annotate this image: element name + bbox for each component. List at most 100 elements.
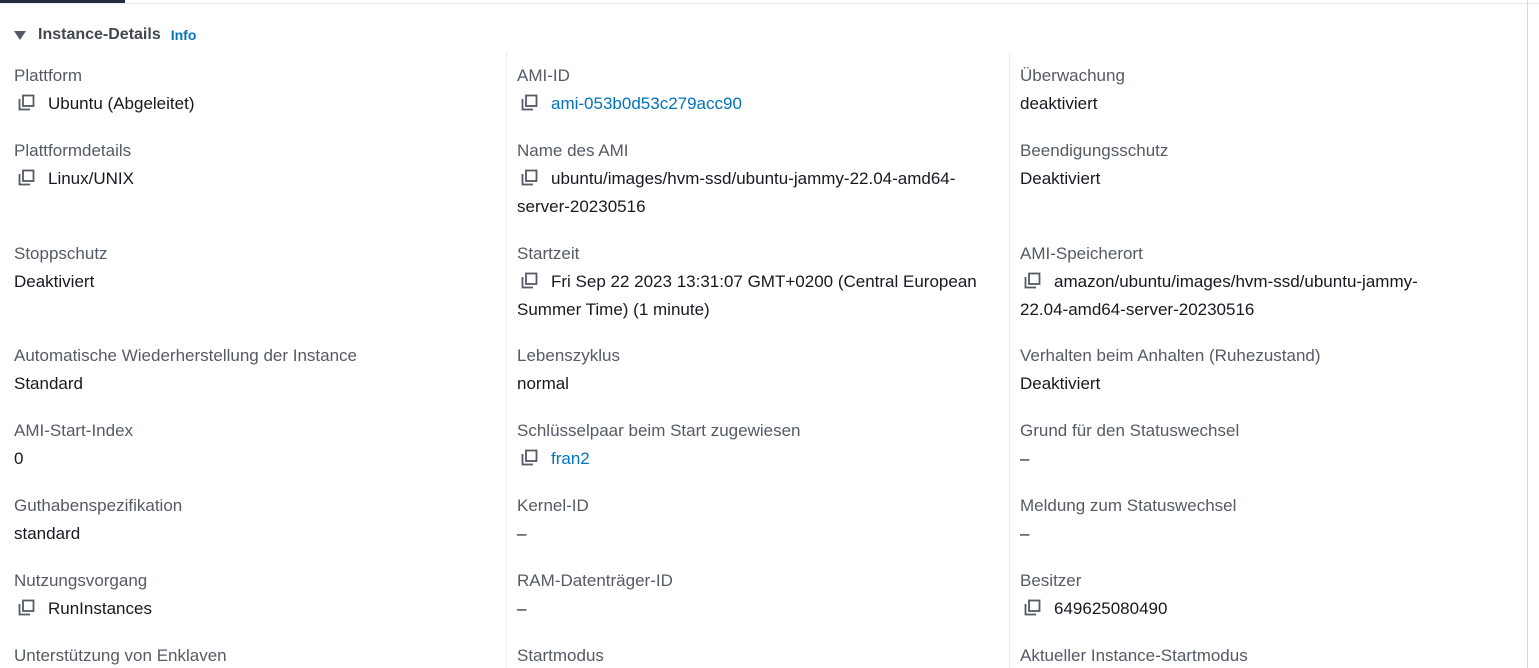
detail-label: AMI-Speicherort <box>1020 244 1143 263</box>
detail-label: RAM-Datenträger-ID <box>517 571 673 590</box>
detail-ram-datentraeger-id: RAM-Datenträger-ID – <box>517 571 999 623</box>
copy-icon[interactable] <box>521 169 538 186</box>
copy-icon[interactable] <box>521 94 538 111</box>
detail-value-text: amazon/ubuntu/images/hvm-ssd/ubuntu-jamm… <box>1020 272 1418 319</box>
detail-value: – <box>1020 445 1460 473</box>
detail-ami-speicherort: AMI-Speicherort amazon/ubuntu/images/hvm-… <box>1020 244 1460 324</box>
detail-value-text: Deaktiviert <box>14 272 95 291</box>
detail-label: Schlüsselpaar beim Start zugewiesen <box>517 421 801 440</box>
detail-beendigungsschutz: Beendigungsschutz Deaktiviert <box>1020 141 1460 193</box>
copy-icon[interactable] <box>18 169 35 186</box>
detail-label: Name des AMI <box>517 141 629 160</box>
detail-label: Automatische Wiederherstellung der Insta… <box>14 346 358 365</box>
detail-value-text: Standard <box>14 374 83 393</box>
detail-ami-id: AMI-ID ami-053b0d53c279acc90 <box>517 66 999 118</box>
detail-kernel-id: Kernel-ID – <box>517 496 999 548</box>
detail-label: Guthabenspezifikation <box>14 496 183 515</box>
detail-value: 649625080490 <box>1020 595 1460 623</box>
info-link[interactable]: Info <box>171 27 197 43</box>
detail-value: – <box>1020 520 1460 548</box>
detail-value: deaktiviert <box>1020 90 1460 118</box>
detail-value-text: – <box>1020 524 1030 543</box>
detail-value-text: deaktiviert <box>1020 94 1098 113</box>
detail-startzeit: Startzeit Fri Sep 22 2023 13:31:07 GMT+02… <box>517 244 999 324</box>
detail-label: Lebenszyklus <box>517 346 621 365</box>
detail-plattformdetails: Plattformdetails Linux/UNIX <box>14 141 494 193</box>
detail-label: Überwachung <box>1020 66 1125 85</box>
copy-icon[interactable] <box>18 94 35 111</box>
container-right-border <box>1527 0 1528 668</box>
detail-value: Deaktiviert <box>14 268 494 296</box>
detail-lebenszyklus: Lebenszyklus normal <box>517 346 999 398</box>
copy-icon[interactable] <box>18 599 35 616</box>
detail-value: ubuntu/images/hvm-ssd/ubuntu-jammy-22.04… <box>517 165 999 221</box>
detail-label: Beendigungsschutz <box>1020 141 1169 160</box>
detail-value: normal <box>517 370 999 398</box>
detail-label: AMI-ID <box>517 66 570 85</box>
detail-nutzungsvorgang: Nutzungsvorgang RunInstances <box>14 571 494 623</box>
detail-value-text: – <box>517 524 527 543</box>
detail-label: Grund für den Statuswechsel <box>1020 421 1240 440</box>
detail-value[interactable]: fran2 <box>517 445 999 473</box>
detail-value[interactable]: ami-053b0d53c279acc90 <box>517 90 999 118</box>
detail-besitzer: Besitzer 649625080490 <box>1020 571 1460 623</box>
detail-schluesselpaar-beim-start-zugewiesen: Schlüsselpaar beim Start zugewiesen fran2 <box>517 421 999 473</box>
detail-value-text: Deaktiviert <box>1020 169 1101 188</box>
detail-value: 0 <box>14 445 494 473</box>
detail-value: Ubuntu (Abgeleitet) <box>14 90 494 118</box>
detail-value-text: normal <box>517 374 569 393</box>
detail-label: Besitzer <box>1020 571 1082 590</box>
detail-label: AMI-Start-Index <box>14 421 134 440</box>
detail-label: Meldung zum Statuswechsel <box>1020 496 1237 515</box>
detail-label: Startmodus <box>517 646 604 665</box>
detail-value-link[interactable]: fran2 <box>551 449 590 468</box>
top-strip <box>0 0 1539 4</box>
top-border <box>0 3 1539 4</box>
detail-value: Fri Sep 22 2023 13:31:07 GMT+0200 (Centr… <box>517 268 999 324</box>
detail-label: Plattform <box>14 66 83 85</box>
detail-value: standard <box>14 520 494 548</box>
detail-ami-start-index: AMI-Start-Index 0 <box>14 421 494 473</box>
copy-icon[interactable] <box>521 449 538 466</box>
column-divider <box>506 52 507 668</box>
detail-value: RunInstances <box>14 595 494 623</box>
detail-value: Deaktiviert <box>1020 370 1460 398</box>
detail-value-text: Ubuntu (Abgeleitet) <box>48 94 195 113</box>
detail-label: Verhalten beim Anhalten (Ruhezustand) <box>1020 346 1321 365</box>
copy-icon[interactable] <box>1024 599 1041 616</box>
detail-label: Aktueller Instance-Startmodus <box>1020 646 1248 665</box>
detail-value-text: 0 <box>14 449 24 468</box>
detail-value: Deaktiviert <box>1020 165 1460 193</box>
detail-grund-fuer-den-statuswechsel: Grund für den Statuswechsel – <box>1020 421 1460 473</box>
copy-icon[interactable] <box>521 272 538 289</box>
detail-unterstuetzung-von-enklaven: Unterstützung von Enklaven <box>14 646 494 666</box>
column-divider <box>1009 52 1010 668</box>
detail-value: amazon/ubuntu/images/hvm-ssd/ubuntu-jamm… <box>1020 268 1460 324</box>
detail-meldung-zum-statuswechsel: Meldung zum Statuswechsel – <box>1020 496 1460 548</box>
detail-value: – <box>517 520 999 548</box>
section-header[interactable]: Instance-Details Info <box>14 24 196 46</box>
detail-value-text: Deaktiviert <box>1020 374 1101 393</box>
detail-value-text: Fri Sep 22 2023 13:31:07 GMT+0200 (Centr… <box>517 272 977 319</box>
detail-startmodus: Startmodus <box>517 646 999 666</box>
section-title: Instance-Details <box>38 26 161 43</box>
detail-value-text: Linux/UNIX <box>48 169 134 188</box>
detail-guthabenspezifikation: Guthabenspezifikation standard <box>14 496 494 548</box>
detail-name-des-ami: Name des AMI ubuntu/images/hvm-ssd/ubuntu… <box>517 141 999 221</box>
detail-value-text: RunInstances <box>48 599 152 618</box>
detail-value-text: ubuntu/images/hvm-ssd/ubuntu-jammy-22.04… <box>517 169 956 216</box>
detail-label: Startzeit <box>517 244 580 263</box>
copy-icon[interactable] <box>1024 272 1041 289</box>
detail-value: – <box>517 595 999 623</box>
detail-label: Nutzungsvorgang <box>14 571 148 590</box>
detail-value-text: – <box>1020 449 1030 468</box>
detail-value-text: standard <box>14 524 81 543</box>
detail-plattform: Plattform Ubuntu (Abgeleitet) <box>14 66 494 118</box>
detail-label: Stoppschutz <box>14 244 108 263</box>
detail-value: Standard <box>14 370 494 398</box>
detail-value: Linux/UNIX <box>14 165 494 193</box>
detail-value-text: 649625080490 <box>1054 599 1168 618</box>
detail-ueberwachung: Überwachung deaktiviert <box>1020 66 1460 118</box>
caret-down-icon[interactable] <box>14 30 26 40</box>
detail-value-link[interactable]: ami-053b0d53c279acc90 <box>551 94 742 113</box>
